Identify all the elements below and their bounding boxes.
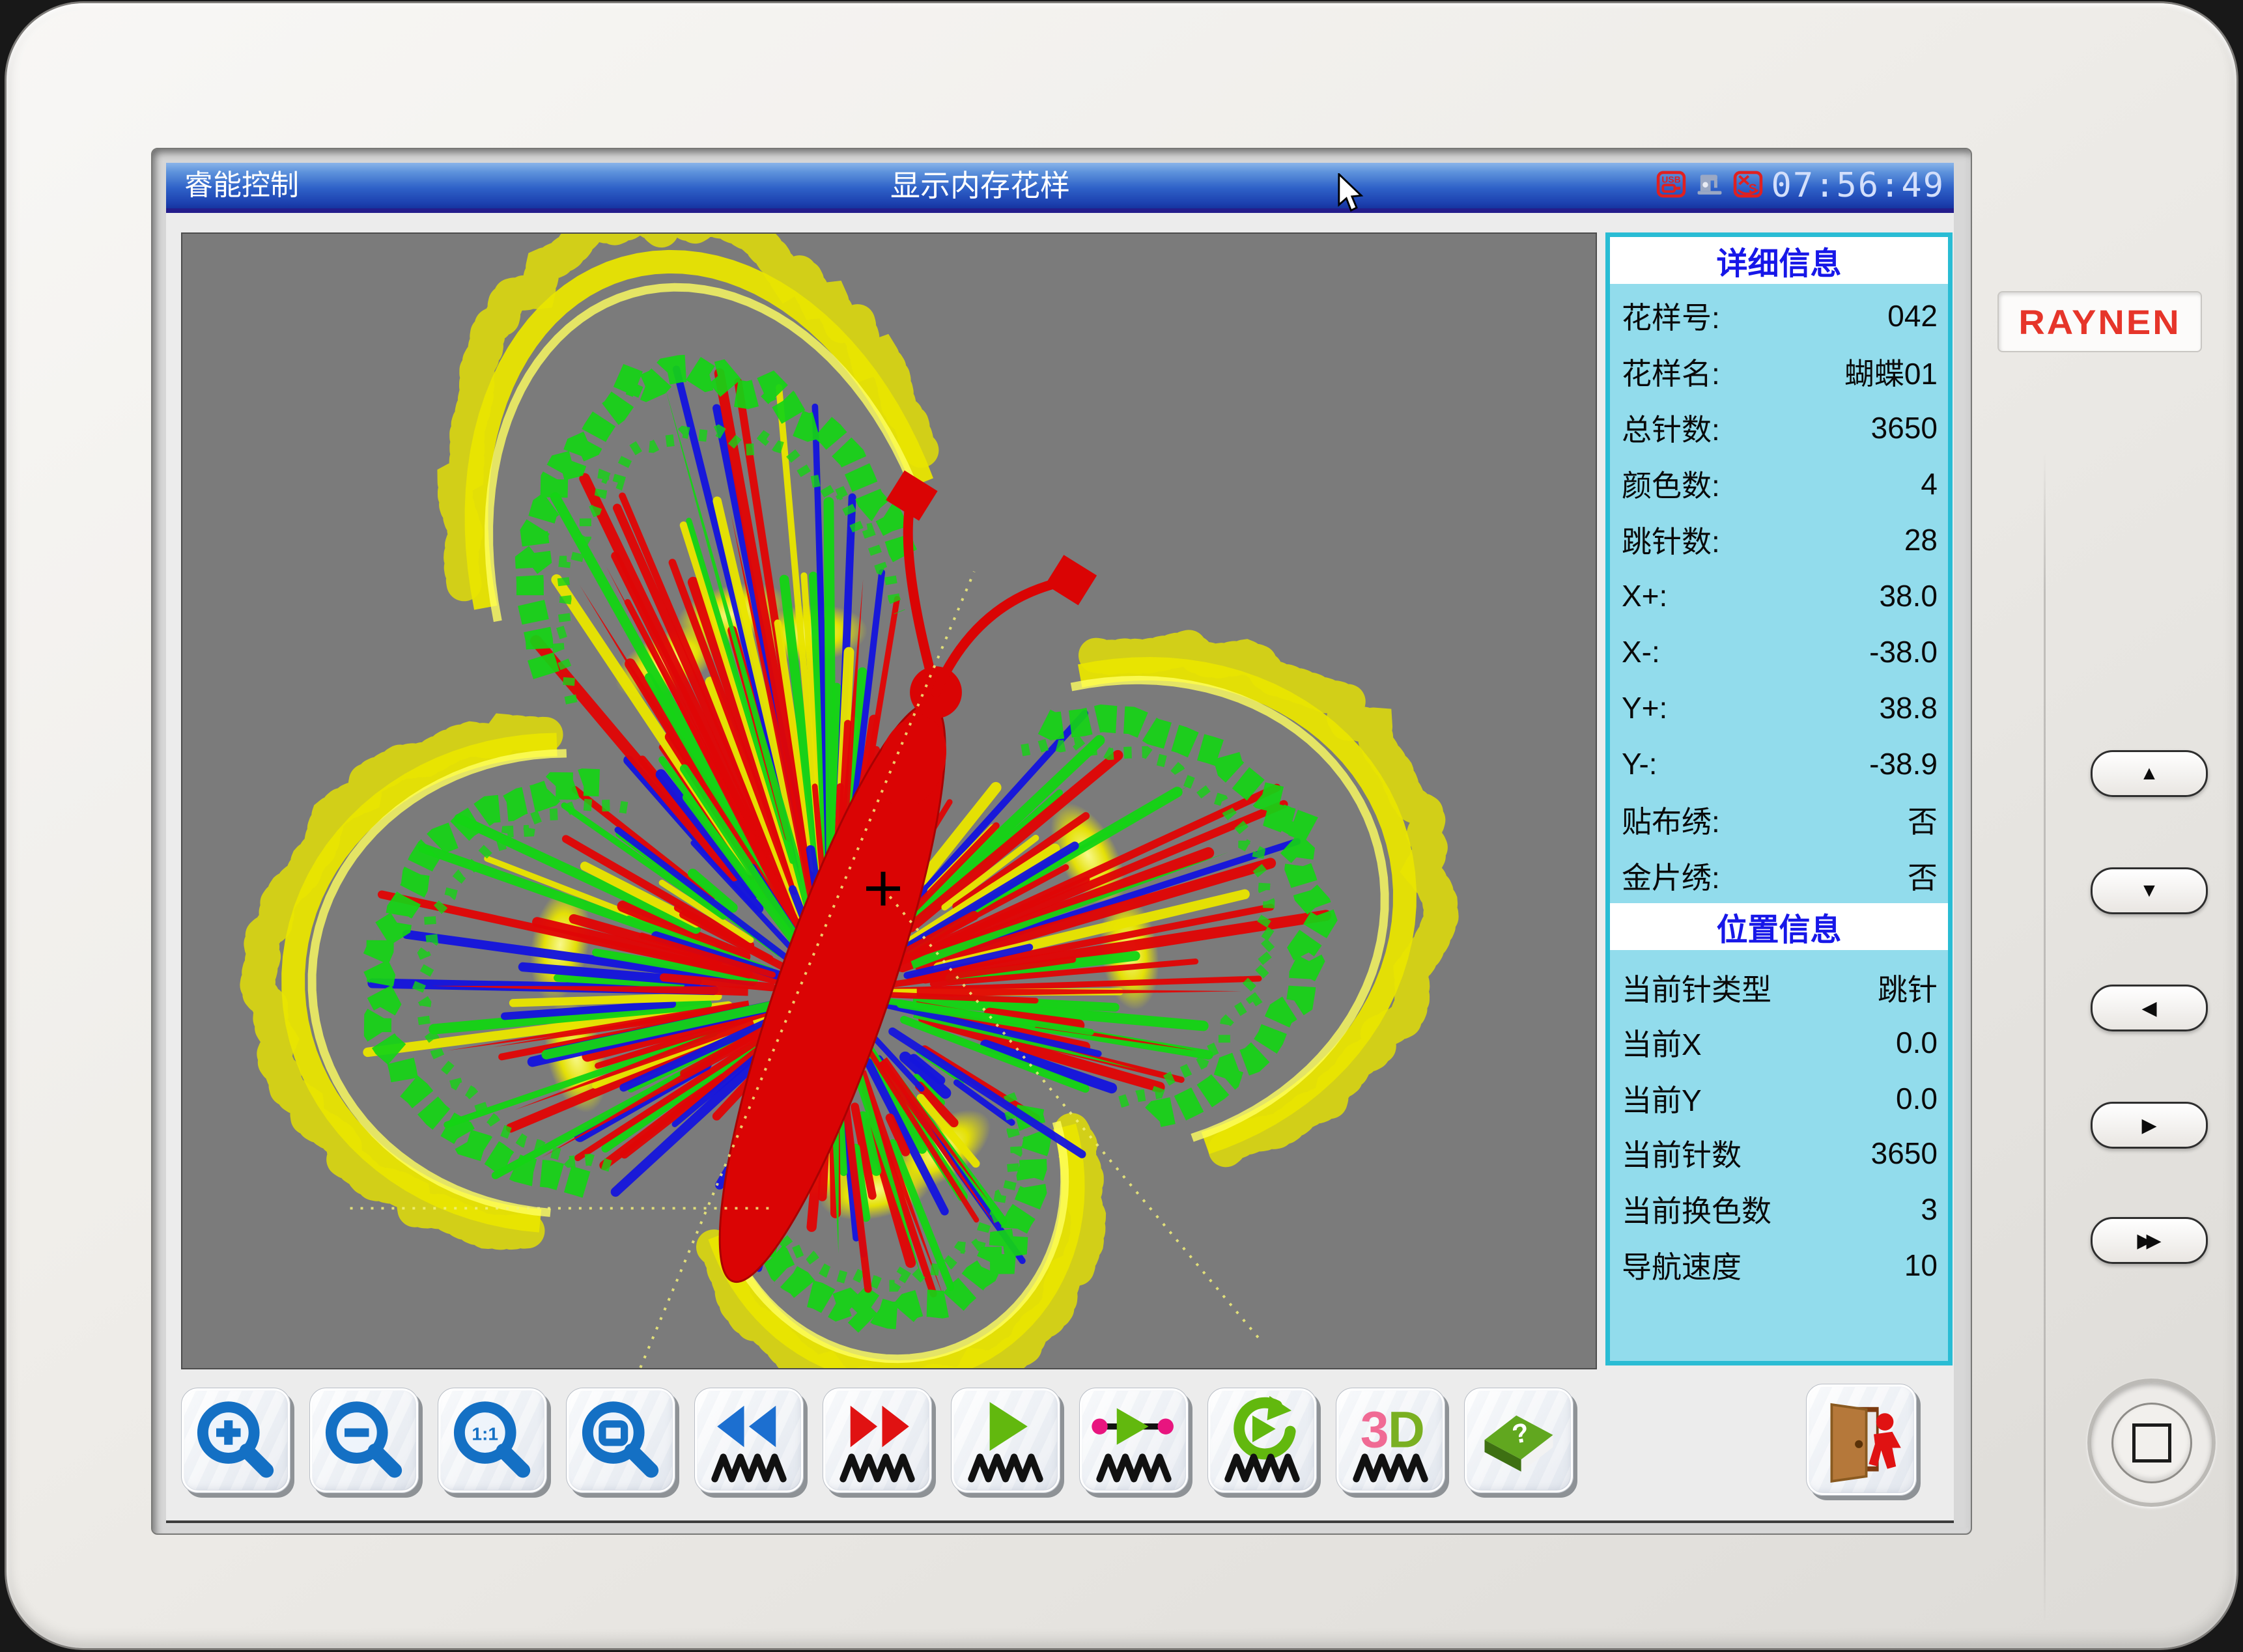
position-info-header: 位置信息 [1610,903,1948,950]
info-row: 颜色数:4 [1622,456,1938,512]
page-title: 显示内存花样 [890,163,1070,208]
info-row: 当前X0.0 [1622,1015,1938,1071]
info-row: Y+:38.8 [1622,680,1938,736]
exit-door-icon [1812,1392,1911,1491]
svg-text:USB: USB [1661,175,1680,184]
down-arrow-icon: ▼ [2139,880,2159,902]
toolbar: 1:1 [166,1388,1954,1518]
hw-home-button[interactable] [2087,1379,2216,1507]
info-row: 总针数:3650 [1622,400,1938,456]
info-row: X+:38.0 [1622,568,1938,624]
mouse-cursor [1335,173,1365,212]
double-right-arrow-icon: ▶▶ [2137,1229,2161,1252]
machine-icon [1695,169,1725,203]
zoom-out-button[interactable] [309,1388,419,1493]
title-bar: 睿能控制 显示内存花样 USB [166,163,1954,213]
forward-stitch-button[interactable] [823,1388,932,1493]
info-row: 金片绣:否 [1622,848,1938,904]
hw-left-button[interactable]: ◀ [2091,985,2208,1031]
info-row: 花样号:042 [1622,288,1938,344]
left-arrow-icon: ◀ [2141,997,2156,1020]
info-panel: 详细信息 花样号:042 花样名:蝴蝶01 总针数:3650 颜色数:4 跳针数… [1605,232,1953,1365]
pattern-canvas [181,232,1597,1369]
info-row: 跳针数:28 [1622,512,1938,568]
svg-text:1:1: 1:1 [472,1423,498,1444]
zoom-fit-button[interactable] [566,1388,675,1493]
brand-plate: RAYNEN [1997,291,2202,352]
zoom-actual-button[interactable]: 1:1 [438,1388,547,1493]
clock: 07:56:49 [1771,166,1945,205]
app-name: 睿能控制 [184,163,299,208]
help-book-icon: ? [1470,1393,1568,1491]
hw-fast-forward-button[interactable]: ▶▶ [2091,1217,2208,1264]
info-row: 当前针数3650 [1622,1125,1938,1181]
info-row: 导航速度10 [1622,1237,1938,1293]
info-row: 花样名:蝴蝶01 [1622,344,1938,400]
brand-logo: RAYNEN [2018,301,2180,342]
svg-text:D: D [1388,1401,1425,1459]
info-row: 当前换色数3 [1622,1181,1938,1237]
home-button-inner [2111,1403,2192,1483]
simulate-button[interactable] [1207,1388,1317,1493]
info-row: 当前针类型跳针 [1622,960,1938,1016]
rewind-stitch-icon [700,1393,798,1491]
detail-info-header: 详细信息 [1610,237,1948,284]
up-arrow-icon: ▲ [2139,763,2159,785]
simulate-icon [1213,1393,1311,1491]
info-row: 贴布绣:否 [1622,792,1938,848]
right-arrow-icon: ▶ [2141,1114,2156,1137]
zoom-in-icon [187,1393,285,1491]
hw-up-button[interactable]: ▲ [2091,750,2208,797]
device-frame: 睿能控制 显示内存花样 USB [7,3,2236,1648]
thread-break-icon: S [1733,169,1763,203]
usb-icon: USB [1656,169,1686,203]
embroidery-pattern [182,234,1596,1368]
forward-stitch-icon [828,1393,926,1491]
help-manual-button[interactable]: ? [1464,1388,1573,1493]
exit-button[interactable] [1806,1384,1917,1496]
info-row: 当前Y0.0 [1622,1071,1938,1127]
rewind-stitch-button[interactable] [694,1388,804,1493]
info-row: Y-:-38.9 [1622,736,1938,792]
zoom-fit-icon [572,1393,670,1491]
zoom-out-icon [315,1393,413,1491]
zoom-in-button[interactable] [181,1388,290,1493]
step-stitch-icon [1085,1393,1183,1491]
main-content: 详细信息 花样号:042 花样名:蝴蝶01 总针数:3650 颜色数:4 跳针数… [166,213,1954,1520]
zoom-1-1-icon: 1:1 [444,1393,541,1491]
step-stitch-button[interactable] [1079,1388,1189,1493]
play-stitch-icon [957,1393,1054,1491]
bezel-seam [2044,453,2046,1625]
view-3d-icon: 3 D [1342,1393,1439,1491]
hw-right-button[interactable]: ▶ [2091,1102,2208,1149]
view-3d-button[interactable]: 3 D [1336,1388,1445,1493]
square-icon [2132,1423,2171,1463]
svg-text:3: 3 [1361,1401,1389,1459]
hw-down-button[interactable]: ▼ [2091,867,2208,914]
touchscreen: 睿能控制 显示内存花样 USB [166,163,1954,1523]
info-row: X-:-38.0 [1622,624,1938,680]
play-stitch-button[interactable] [951,1388,1060,1493]
